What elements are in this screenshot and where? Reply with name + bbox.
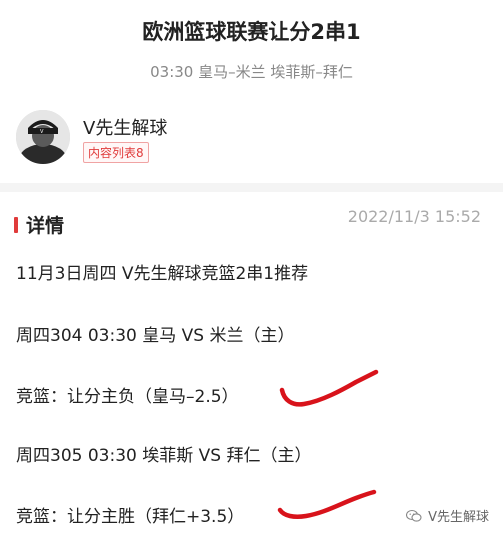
content-line: 周四305 03:30 埃菲斯 VS 拜仁（主） [16,446,312,466]
match-summary: 03:30 皇马–米兰 埃菲斯–拜仁 [150,63,353,81]
publish-date: 2022/11/3 15:52 [347,207,481,226]
red-underline-mark [277,489,377,519]
content-line: 周四304 03:30 皇马 VS 米兰（主） [16,326,295,346]
content-line: 竞篮：让分主负（皇马–2.5） [16,387,239,407]
article-header: 欧洲篮球联赛让分2串1 03:30 皇马–米兰 埃菲斯–拜仁 [0,0,503,96]
author-name[interactable]: V先生解球 [83,114,167,140]
author-card[interactable]: V V先生解球 内容列表8 [16,110,486,166]
watermark-text: V先生解球 [428,510,489,525]
section-divider [0,183,503,192]
section-title: 详情 [26,215,65,237]
avatar-image: V [16,110,70,164]
section-accent-bar [14,217,18,233]
red-underline-mark [279,369,379,407]
svg-text:V: V [40,129,44,135]
content-line: 11月3日周四 V先生解球竞篮2串1推荐 [16,264,309,284]
wechat-watermark: V先生解球 [406,506,489,525]
content-list-tag[interactable]: 内容列表8 [83,142,149,163]
article-title: 欧洲篮球联赛让分2串1 [142,20,361,44]
avatar[interactable]: V [16,110,70,164]
wechat-icon [406,509,422,522]
content-line: 竞篮：让分主胜（拜仁+3.5） [16,507,245,527]
